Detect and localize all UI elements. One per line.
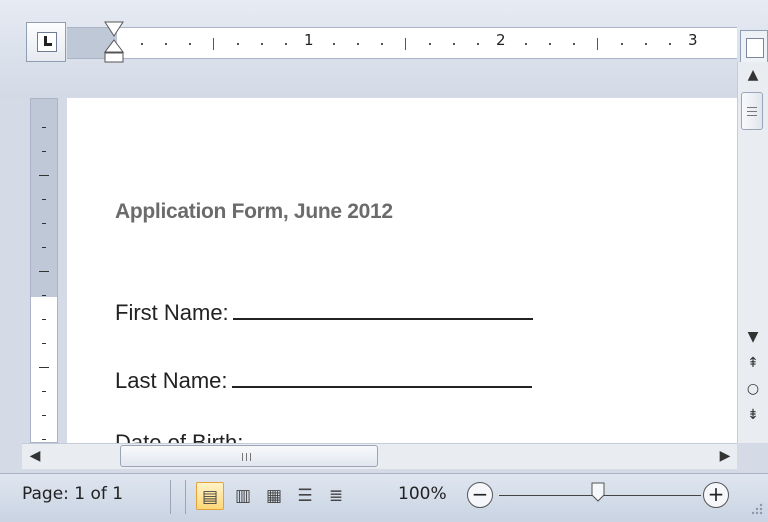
zoom-slider-thumb[interactable]: [591, 482, 605, 502]
full-screen-reading-view-icon[interactable]: ▥: [229, 482, 257, 510]
horizontal-scroll-thumb[interactable]: [120, 445, 378, 467]
ruler-mark: [42, 247, 46, 248]
ruler-dot: [621, 43, 623, 45]
date-of-birth-label: Date of Birth:: [115, 430, 244, 443]
ruler-dot: [141, 43, 143, 45]
browse-object-icon[interactable]: ○: [738, 378, 768, 400]
draft-view-icon[interactable]: ≣: [322, 482, 350, 510]
last-name-label: Last Name:: [115, 368, 228, 393]
last-name-blank-line: [231, 368, 532, 388]
ruler-dot: [669, 43, 671, 45]
ruler-mark: [42, 127, 46, 128]
ruler-mark: [42, 199, 46, 200]
ruler-mark: [42, 151, 46, 152]
ruler-dot: [429, 43, 431, 45]
vertical-scroll-thumb[interactable]: [741, 92, 763, 130]
ruler-half-tick: [213, 38, 214, 50]
ruler-mark: [42, 439, 46, 440]
ruler-dot: [333, 43, 335, 45]
ruler-mark: [39, 271, 49, 272]
first-name-blank-line: [232, 300, 533, 320]
horizontal-ruler[interactable]: 1 2 3: [67, 27, 737, 59]
last-name-field: Last Name:: [115, 368, 532, 394]
view-ruler-icon[interactable]: [740, 30, 768, 64]
document-heading: Application Form, June 2012: [115, 200, 393, 223]
resize-grip-icon[interactable]: [748, 500, 764, 516]
first-name-label: First Name:: [115, 300, 229, 325]
web-layout-view-icon[interactable]: ▦: [260, 482, 288, 510]
ruler-dot: [645, 43, 647, 45]
left-tab-icon: [37, 32, 57, 52]
zoom-out-icon[interactable]: −: [467, 482, 493, 508]
ruler-mark: [42, 223, 46, 224]
print-layout-view-icon[interactable]: ▤: [196, 482, 224, 510]
status-separator: [185, 480, 186, 514]
ruler-number: 2: [496, 31, 506, 49]
ruler-half-tick: [597, 38, 598, 50]
ruler-dot: [357, 43, 359, 45]
outline-view-icon[interactable]: ☰: [291, 482, 319, 510]
ruler-mark: [42, 343, 46, 344]
page-number-indicator[interactable]: Page: 1 of 1: [22, 484, 123, 504]
ruler-number: 1: [304, 31, 314, 49]
ruler-dot: [189, 43, 191, 45]
ruler-mark: [42, 391, 46, 392]
ruler-half-tick: [405, 38, 406, 50]
ruler-mark: [39, 367, 49, 368]
zoom-level[interactable]: 100%: [398, 484, 447, 504]
ruler-dot: [573, 43, 575, 45]
tab-stop-selector[interactable]: [26, 22, 66, 62]
ruler-dot: [165, 43, 167, 45]
scroll-right-icon[interactable]: ▶: [716, 447, 734, 465]
ruler-mark: [42, 295, 46, 296]
ruler-dot: [285, 43, 287, 45]
ruler-dot: [549, 43, 551, 45]
vertical-ruler[interactable]: [30, 98, 58, 443]
scroll-up-icon[interactable]: ▲: [738, 64, 768, 86]
ruler-mark: [42, 319, 46, 320]
ruler-dot: [477, 43, 479, 45]
ruler-dot: [525, 43, 527, 45]
ruler-mark: [39, 175, 49, 176]
previous-page-icon[interactable]: ⇞: [738, 352, 768, 374]
ruler-dot: [381, 43, 383, 45]
ruler-dot: [261, 43, 263, 45]
ruler-mark: [42, 415, 46, 416]
ruler-dot: [453, 43, 455, 45]
first-name-field: First Name:: [115, 300, 533, 326]
indent-marker-icon[interactable]: [103, 20, 125, 64]
scroll-down-icon[interactable]: ▼: [738, 326, 768, 348]
scroll-left-icon[interactable]: ◀: [26, 447, 44, 465]
status-separator: [170, 480, 171, 514]
ruler-number: 3: [688, 31, 698, 49]
next-page-icon[interactable]: ⇟: [738, 404, 768, 426]
date-of-birth-field: Date of Birth:: [115, 430, 243, 443]
zoom-in-icon[interactable]: +: [703, 482, 729, 508]
ruler-top-margin: [31, 99, 57, 297]
ruler-dot: [237, 43, 239, 45]
